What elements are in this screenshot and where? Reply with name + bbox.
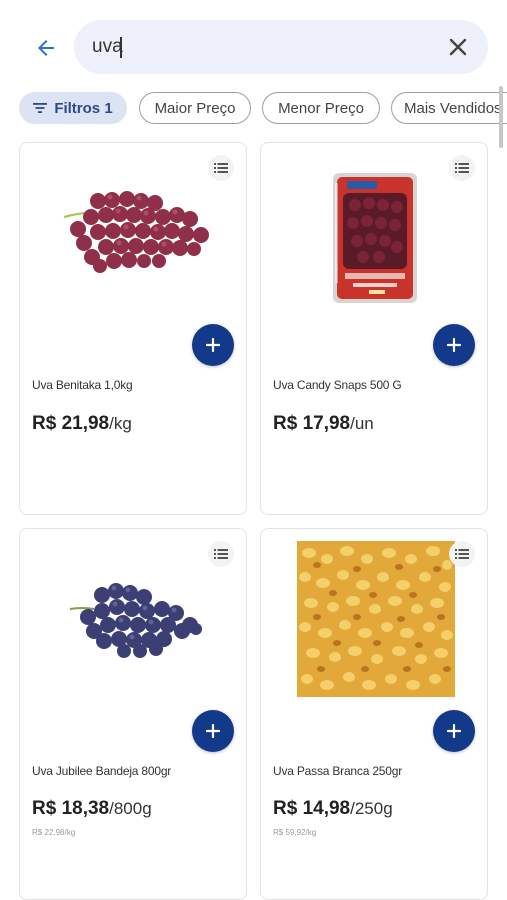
add-to-cart-button[interactable] (433, 710, 475, 752)
search-input[interactable] (92, 34, 422, 60)
price-unit: /800g (109, 799, 152, 818)
price-unit: /un (350, 414, 374, 433)
list-icon (455, 549, 469, 559)
price-value: R$ 18,38 (32, 798, 110, 819)
clear-search-button[interactable] (444, 33, 472, 61)
unit-price: R$ 59,92/kg (273, 828, 317, 837)
product-card[interactable]: Uva Benitaka 1,0kg R$ 21,98/kg (19, 142, 247, 515)
product-card[interactable]: Uva Passa Branca 250gr R$ 14,98/250g R$ … (260, 528, 488, 900)
product-price: R$ 17,98/un (273, 413, 374, 435)
product-price: R$ 14,98/250g (273, 798, 393, 820)
product-name: Uva Passa Branca 250gr (273, 764, 403, 778)
product-card[interactable]: Uva Jubilee Bandeja 800gr R$ 18,38/800g … (19, 528, 247, 900)
chip-best-sellers[interactable]: Mais Vendidos (391, 92, 507, 124)
chip-highest-price-label: Maior Preço (154, 99, 236, 117)
unit-price: R$ 22,98/kg (32, 828, 76, 837)
chip-best-sellers-label: Mais Vendidos (404, 99, 502, 117)
chip-highest-price[interactable]: Maior Preço (139, 92, 251, 124)
chip-lowest-price[interactable]: Menor Preço (262, 92, 380, 124)
product-name: Uva Jubilee Bandeja 800gr (32, 764, 172, 778)
add-to-list-button[interactable] (449, 541, 475, 567)
list-icon (455, 163, 469, 173)
filters-chip-count: 1 (104, 99, 113, 117)
plus-icon (447, 724, 461, 738)
add-to-list-button[interactable] (208, 541, 234, 567)
add-to-cart-button[interactable] (192, 710, 234, 752)
arrow-left-icon (38, 40, 54, 56)
product-price: R$ 21,98/kg (32, 413, 132, 435)
list-icon (214, 549, 228, 559)
filter-chips-row: Filtros 1 Maior Preço Menor Preço Mais V… (19, 92, 507, 126)
filter-lines-icon (33, 102, 48, 114)
add-to-list-button[interactable] (449, 155, 475, 181)
product-name: Uva Candy Snaps 500 G (273, 378, 402, 392)
add-to-cart-button[interactable] (433, 324, 475, 366)
scrollbar[interactable] (499, 86, 503, 148)
price-unit: /250g (350, 799, 393, 818)
plus-icon (206, 724, 220, 738)
search-bar (74, 20, 488, 74)
filters-chip[interactable]: Filtros 1 (19, 92, 127, 124)
add-to-list-button[interactable] (208, 155, 234, 181)
close-icon (449, 38, 467, 56)
list-icon (214, 163, 228, 173)
product-card[interactable]: Uva Candy Snaps 500 G R$ 17,98/un (260, 142, 488, 515)
filters-chip-label: Filtros (54, 99, 101, 117)
chip-lowest-price-label: Menor Preço (278, 99, 364, 117)
add-to-cart-button[interactable] (192, 324, 234, 366)
price-value: R$ 14,98 (273, 798, 351, 819)
price-value: R$ 17,98 (273, 413, 351, 434)
back-button[interactable] (28, 30, 64, 66)
text-caret (120, 37, 122, 58)
product-price: R$ 18,38/800g (32, 798, 152, 820)
plus-icon (206, 338, 220, 352)
search-header (0, 0, 507, 86)
price-unit: /kg (109, 414, 132, 433)
product-name: Uva Benitaka 1,0kg (32, 378, 133, 392)
price-value: R$ 21,98 (32, 413, 110, 434)
plus-icon (447, 338, 461, 352)
